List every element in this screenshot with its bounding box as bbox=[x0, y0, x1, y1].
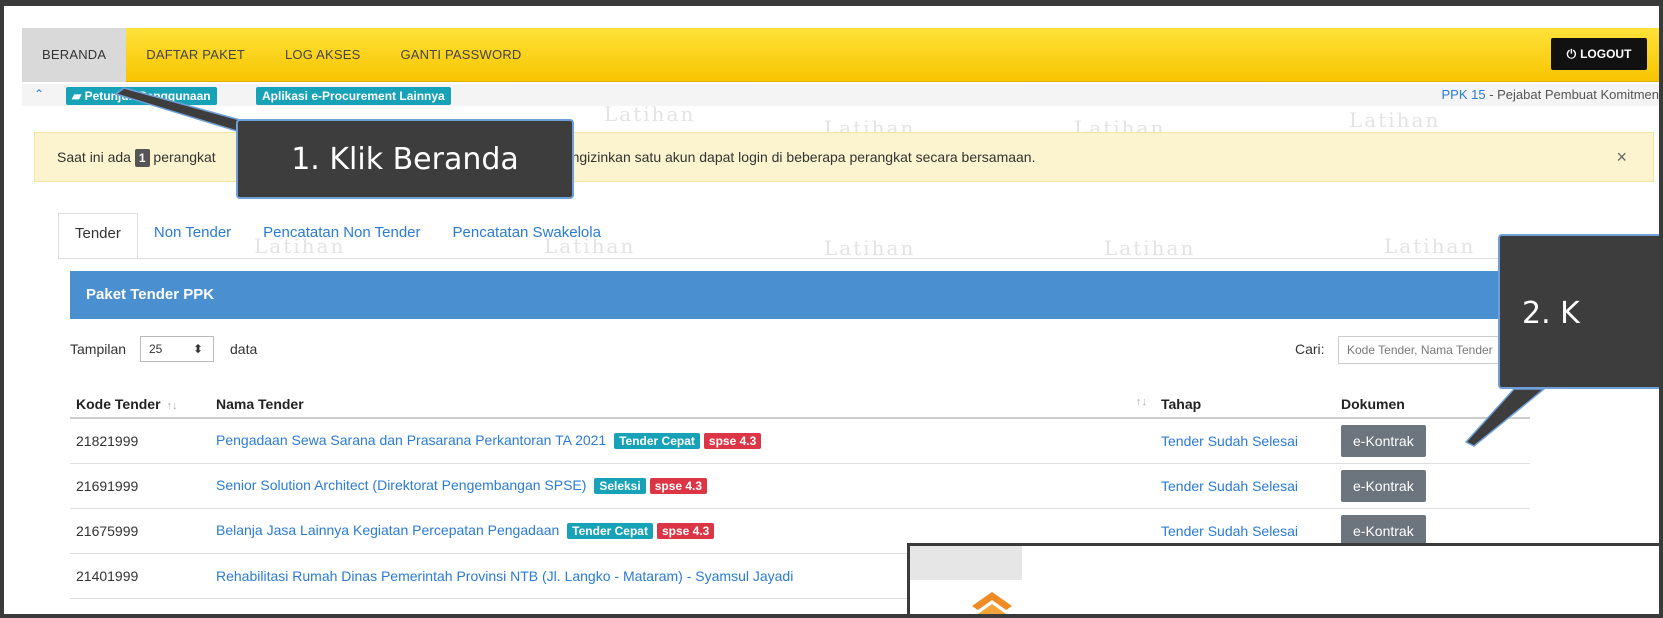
arrow-to-beranda bbox=[114, 87, 241, 134]
logo-icon bbox=[972, 592, 1012, 614]
arrow-to-e-kontrak bbox=[1464, 388, 1547, 447]
callout-arrows bbox=[114, 87, 1547, 447]
overlay-window bbox=[907, 543, 1659, 614]
screenshot-frame: BERANDA DAFTAR PAKET LOG AKSES GANTI PAS… bbox=[0, 0, 1663, 618]
overlay-titlebar bbox=[910, 546, 1022, 580]
step1-callout: 1. Klik Beranda bbox=[236, 119, 574, 199]
step2-callout: 2. K bbox=[1498, 234, 1659, 389]
